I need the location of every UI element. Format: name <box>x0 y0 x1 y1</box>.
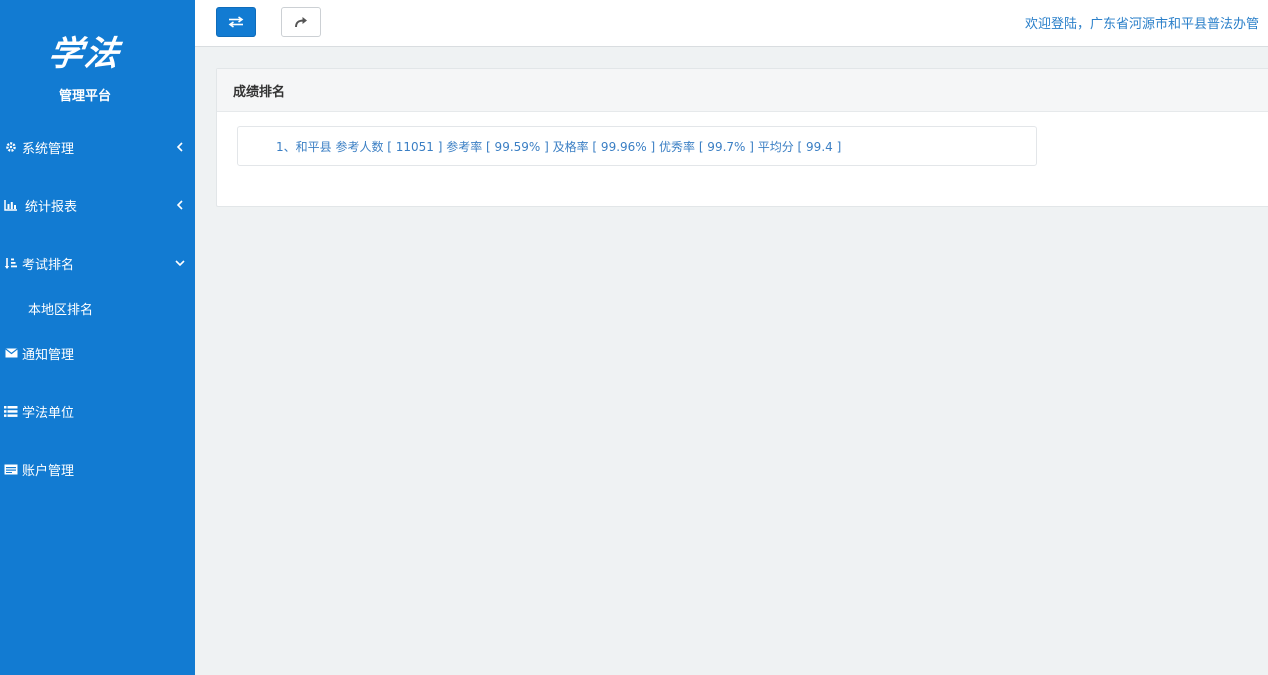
sidebar-subitem-label: 本地区排名 <box>28 302 94 318</box>
sidebar-item-statistics[interactable]: 统计报表 <box>0 190 195 220</box>
gear-icon <box>0 141 22 153</box>
share-icon <box>294 13 308 32</box>
logo: 学法 管理平台 <box>0 0 195 120</box>
sidebar-item-accounts[interactable]: 账户管理 <box>0 454 195 484</box>
logo-title: 学法 <box>45 34 124 74</box>
top-bar: 欢迎登陆，广东省河源市和平县普法办管 <box>195 0 1268 47</box>
sidebar-item-notices[interactable]: 通知管理 <box>0 338 195 368</box>
forward-button[interactable] <box>281 7 321 37</box>
sidebar-item-label: 统计报表 <box>25 199 78 215</box>
welcome-message: 欢迎登陆，广东省河源市和平县普法办管 <box>1025 17 1260 32</box>
envelope-icon <box>0 348 22 358</box>
sidebar-item-units[interactable]: 学法单位 <box>0 396 195 426</box>
chevron-down-icon <box>165 259 195 267</box>
sidebar-item-label: 学法单位 <box>22 405 75 421</box>
ranking-entry: 1、和平县 参考人数 [ 11051 ] 参考率 [ 99.59% ] 及格率 … <box>276 139 842 154</box>
sidebar-item-label: 系统管理 <box>22 141 75 157</box>
sidebar-item-label: 考试排名 <box>22 257 75 273</box>
sidebar-item-system-management[interactable]: 系统管理 <box>0 132 195 162</box>
ranking-panel: 成绩排名 1、和平县 参考人数 [ 11051 ] 参考率 [ 99.59% ]… <box>216 68 1268 207</box>
chevron-left-icon <box>165 200 195 210</box>
logo-subtitle: 管理平台 <box>58 89 111 104</box>
sidebar-item-exam-ranking[interactable]: 考试排名 <box>0 248 195 278</box>
panel-title: 成绩排名 <box>217 69 1268 112</box>
sidebar: 学法 管理平台 系统管理 统计报表 考试排名 本地区排名 通知管理 学法单位 账… <box>0 0 195 675</box>
sidebar-subitem-local-ranking[interactable]: 本地区排名 <box>28 294 188 322</box>
toggle-sidebar-button[interactable] <box>216 7 256 37</box>
exchange-icon <box>228 13 244 32</box>
sidebar-item-label: 通知管理 <box>22 347 75 363</box>
sort-amount-icon <box>0 257 22 270</box>
sidebar-item-label: 账户管理 <box>22 463 75 479</box>
bar-chart-icon <box>0 199 22 211</box>
id-card-icon <box>0 464 22 475</box>
list-item: 1、和平县 参考人数 [ 11051 ] 参考率 [ 99.59% ] 及格率 … <box>237 126 1037 166</box>
chevron-left-icon <box>165 142 195 152</box>
list-icon <box>0 405 22 417</box>
